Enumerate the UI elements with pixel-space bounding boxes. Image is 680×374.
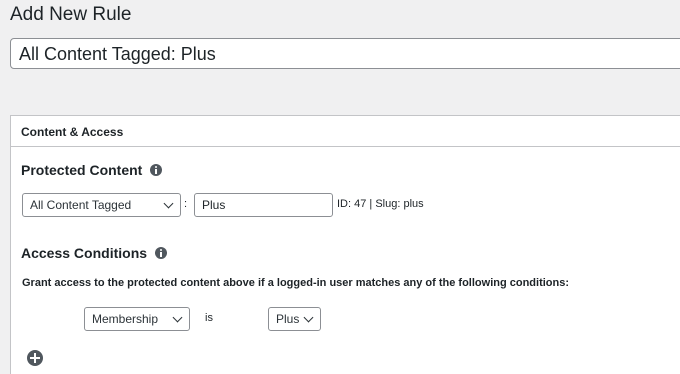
info-icon[interactable] (150, 164, 163, 176)
chevron-down-icon (163, 198, 174, 209)
access-conditions-title: Access Conditions (21, 245, 148, 261)
separator-colon: : (184, 198, 188, 210)
chevron-down-icon (172, 312, 183, 323)
add-condition-icon[interactable] (27, 350, 43, 366)
access-conditions-heading: Access Conditions (21, 245, 168, 261)
condition-value-select-value: Plus (276, 312, 300, 326)
tag-meta-info: ID: 47 | Slug: plus (337, 198, 424, 210)
chevron-down-icon (303, 312, 314, 323)
page-title: Add New Rule (10, 4, 132, 25)
tag-input[interactable]: Plus (194, 193, 333, 217)
metabox-header[interactable]: Content & Access (11, 116, 680, 147)
condition-type-select[interactable]: Membership (84, 307, 190, 331)
condition-type-select-value: Membership (92, 312, 159, 326)
protected-content-title: Protected Content (21, 162, 143, 178)
protected-content-heading: Protected Content (21, 162, 163, 178)
content-type-select[interactable]: All Content Tagged (22, 193, 181, 217)
condition-operator: is (205, 312, 213, 324)
rule-title-input[interactable]: All Content Tagged: Plus (10, 38, 680, 69)
content-access-metabox: Content & Access Protected Content All C… (10, 115, 680, 374)
info-icon[interactable] (155, 247, 168, 259)
access-conditions-description: Grant access to the protected content ab… (22, 277, 570, 289)
content-type-select-value: All Content Tagged (30, 198, 132, 212)
condition-value-select[interactable]: Plus (268, 307, 321, 331)
